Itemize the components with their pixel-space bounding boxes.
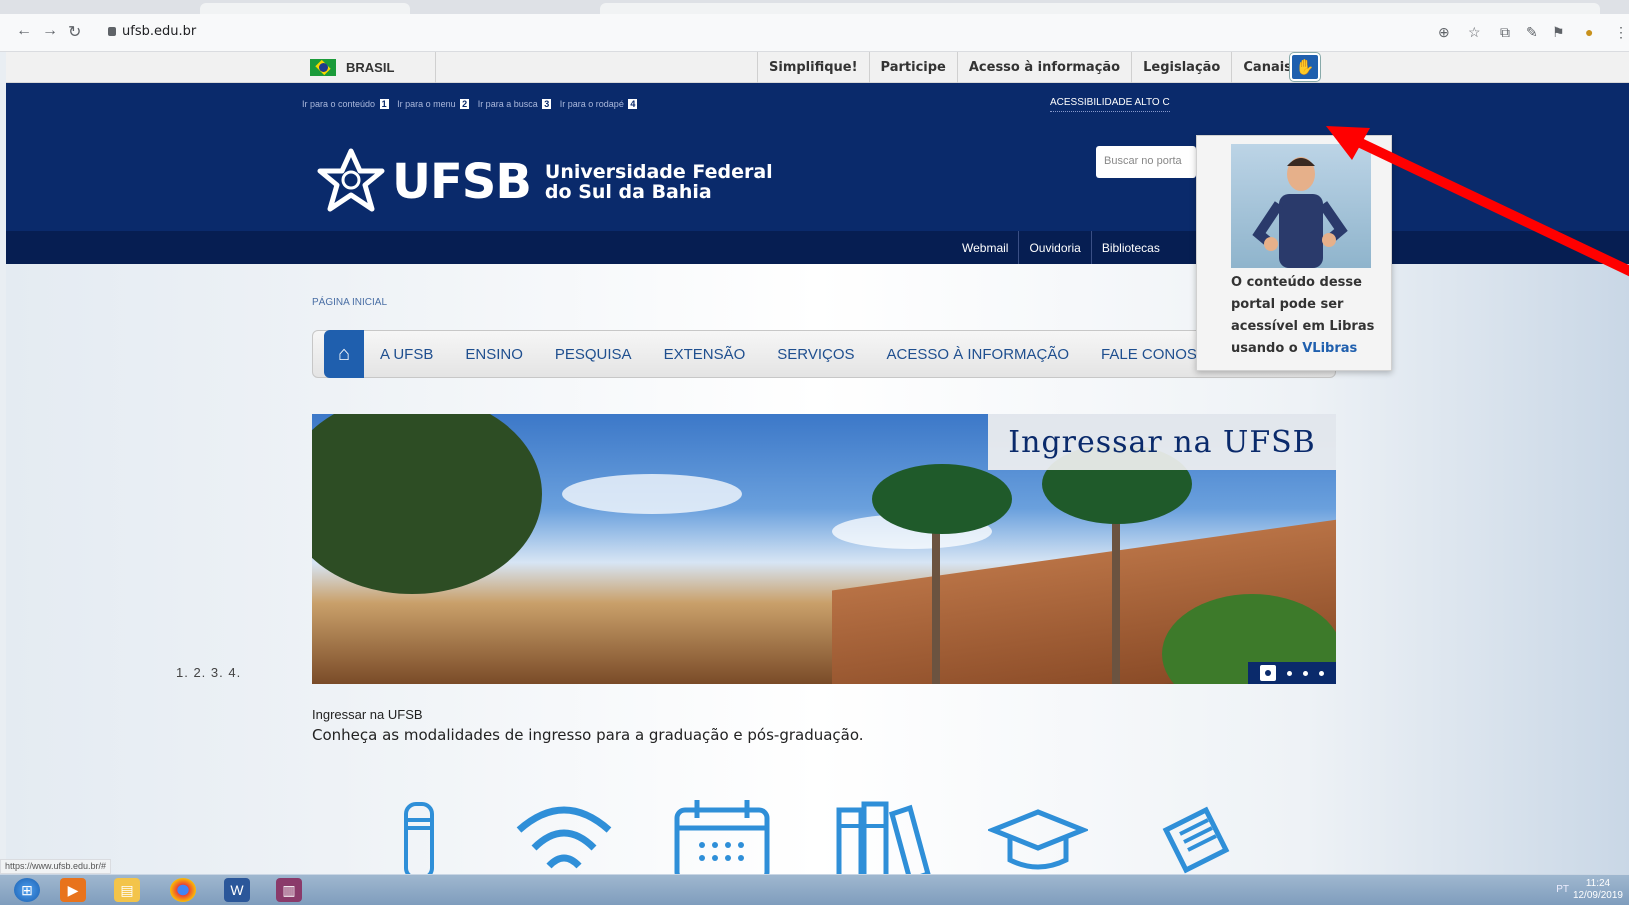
link-ouvidoria[interactable]: Ouvidoria [1018, 231, 1090, 264]
link-bibliotecas[interactable]: Bibliotecas [1090, 231, 1170, 264]
skip-links: Ir para o conteúdo 1 Ir para o menu 2 Ir… [302, 99, 643, 109]
browser-toolbar: ← → ↻ ufsb.edu.br ⊕ ☆ ⧉ ✎ ⚑ ● ⋮ [0, 14, 1629, 52]
extension-icon[interactable]: ✎ [1526, 24, 1538, 41]
government-bar: BRASIL Simplifique! Participe Acesso à i… [6, 52, 1629, 83]
extension-icon[interactable]: ⚑ [1552, 24, 1565, 41]
nav-a-ufsb[interactable]: A UFSB [364, 346, 449, 363]
quick-links-icons [376, 800, 1276, 874]
language-indicator[interactable]: PT [1556, 884, 1569, 895]
breadcrumb[interactable]: PÁGINA INICIAL [312, 297, 387, 308]
skip-link-search[interactable]: Ir para a busca 3 [478, 99, 558, 109]
profile-avatar[interactable]: ● [1585, 24, 1593, 40]
palm-crown [872, 464, 1012, 534]
brasil-label: BRASIL [346, 60, 395, 75]
banner-pager[interactable] [1248, 662, 1336, 684]
link-acesso-informacao[interactable]: Acesso à informação [956, 52, 1131, 83]
browser-tab[interactable] [600, 3, 1600, 14]
link-webmail[interactable]: Webmail [952, 231, 1018, 264]
calendar-icon[interactable] [672, 800, 772, 874]
browser-tabstrip [0, 0, 1629, 14]
skip-link-content[interactable]: Ir para o conteúdo 1 [302, 99, 395, 109]
banner-title: Ingressar na UFSB [988, 414, 1336, 470]
file-explorer-icon[interactable]: ▤ [114, 878, 140, 902]
cloud-shape [562, 474, 742, 514]
browser-tab[interactable] [200, 3, 410, 14]
back-icon[interactable]: ← [16, 22, 32, 40]
main-navigation: ⌂ A UFSB ENSINO PESQUISA EXTENSÃO SERVIÇ… [312, 330, 1336, 378]
logo-name: Universidade Federal do Sul da Bahia [544, 161, 773, 203]
windows-taskbar: ⊞ ▶ ▤ W ▥ PT 11:24 12/09/2019 [0, 874, 1629, 905]
media-player-icon[interactable]: ▶ [60, 878, 86, 902]
graduation-cap-icon[interactable] [988, 800, 1088, 874]
slide-caption-title[interactable]: Ingressar na UFSB [312, 707, 423, 722]
word-icon[interactable]: W [224, 878, 250, 902]
zoom-icon[interactable]: ⊕ [1438, 24, 1450, 41]
ufsb-star-logo-icon [317, 148, 385, 212]
vlibras-message: O conteúdo desse portal pode ser acessív… [1231, 275, 1375, 356]
nav-pesquisa[interactable]: PESQUISA [539, 346, 648, 363]
link-legislacao[interactable]: Legislação [1131, 52, 1231, 83]
home-icon[interactable]: ⌂ [324, 330, 364, 378]
web-page: BRASIL Simplifique! Participe Acesso à i… [6, 52, 1629, 874]
pager-dot[interactable] [1319, 670, 1325, 676]
brazil-flag-icon [310, 59, 336, 76]
logo-acronym: UFSB [392, 154, 532, 210]
pager-dot[interactable] [1286, 670, 1292, 676]
nav-ensino[interactable]: ENSINO [449, 346, 539, 363]
slide-numbers[interactable]: 1. 2. 3. 4. [176, 665, 241, 680]
hero-banner[interactable]: Ingressar na UFSB [312, 414, 1336, 684]
link-participe[interactable]: Participe [868, 52, 957, 83]
documents-icon[interactable] [1156, 800, 1236, 874]
accessibility-links[interactable]: ACESSIBILIDADE ALTO C [1050, 97, 1170, 112]
winrar-icon[interactable]: ▥ [276, 878, 302, 902]
start-button[interactable]: ⊞ [14, 878, 40, 902]
brasil-link[interactable]: BRASIL [302, 52, 436, 83]
government-links: Simplifique! Participe Acesso à informaç… [757, 52, 1303, 83]
nav-extensao[interactable]: EXTENSÃO [648, 346, 762, 363]
pager-dot[interactable] [1303, 670, 1309, 676]
pager-dot-active[interactable] [1259, 665, 1276, 681]
vlibras-hand-icon[interactable]: ✋ [1290, 53, 1320, 81]
status-url-tooltip: https://www.ufsb.edu.br/# [0, 859, 112, 874]
vlibras-link[interactable]: VLibras [1302, 341, 1357, 356]
reload-icon[interactable]: ↻ [68, 22, 81, 42]
search-input[interactable]: Buscar no porta [1096, 146, 1196, 178]
site-logo[interactable]: UFSB Universidade Federal do Sul da Bahi… [316, 147, 773, 217]
link-simplifique[interactable]: Simplifique! [757, 52, 869, 83]
slide-caption-text: Conheça as modalidades de ingresso para … [312, 726, 864, 744]
wifi-icon[interactable] [514, 800, 614, 874]
nav-servicos[interactable]: SERVIÇOS [761, 346, 870, 363]
menu-icon[interactable]: ⋮ [1614, 24, 1628, 41]
address-bar[interactable]: ufsb.edu.br [108, 24, 196, 39]
taskbar-clock[interactable]: 11:24 12/09/2019 [1573, 878, 1623, 902]
flower-bush [312, 414, 542, 594]
books-icon[interactable] [834, 800, 934, 874]
skip-link-menu[interactable]: Ir para o menu 2 [397, 99, 475, 109]
chrome-icon[interactable] [170, 878, 196, 902]
nav-acesso-informacao[interactable]: ACESSO À INFORMAÇÃO [871, 346, 1086, 363]
extension-icon[interactable]: ⧉ [1500, 24, 1510, 41]
red-arrow-annotation [1326, 126, 1629, 277]
pen-icon[interactable] [402, 800, 436, 874]
forward-icon[interactable]: → [42, 22, 58, 40]
skip-link-footer[interactable]: Ir para o rodapé 4 [560, 99, 644, 109]
bookmark-star-icon[interactable]: ☆ [1468, 24, 1481, 41]
